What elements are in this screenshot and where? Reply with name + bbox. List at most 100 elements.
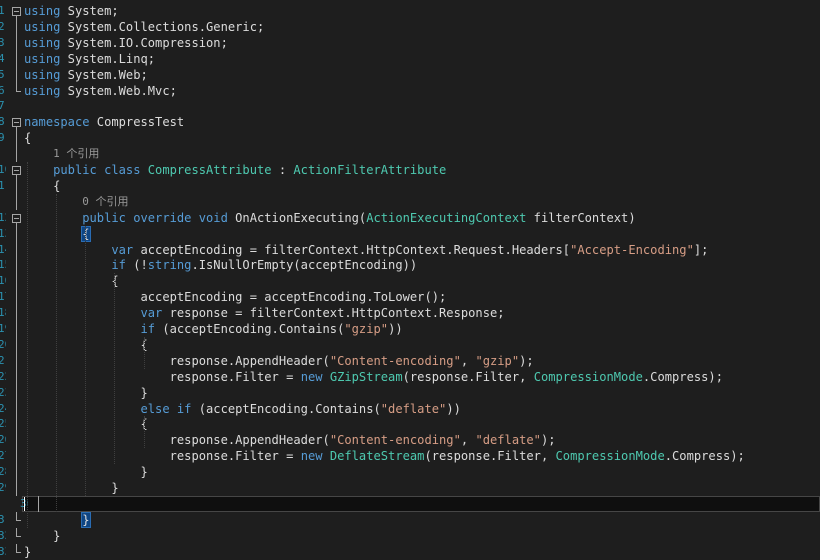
codelens-references-link[interactable]: 0 个引用	[82, 194, 128, 210]
code-line[interactable]: 33}	[0, 543, 820, 560]
text-token: .Compress);	[664, 449, 745, 464]
text-token: ))	[388, 322, 403, 336]
code-line[interactable]: 7	[0, 98, 820, 114]
outline-gutter	[11, 146, 22, 163]
code-line[interactable]: 31 }	[0, 511, 820, 528]
code-text: }	[24, 528, 60, 544]
outline-line	[16, 480, 17, 496]
line-number: 29	[0, 481, 6, 494]
code-line[interactable]: 25 {	[0, 416, 820, 433]
outline-gutter	[11, 289, 22, 306]
code-text: using System.Web;	[24, 67, 148, 83]
line-number: 1	[0, 4, 5, 17]
outline-gutter	[11, 130, 22, 147]
code-line[interactable]: 5 using System.Web;	[0, 66, 820, 83]
outline-line	[16, 464, 17, 481]
code-line[interactable]: 28 }	[0, 464, 820, 481]
code-line[interactable]: 4 using System.Linq;	[0, 50, 820, 67]
outline-end	[16, 527, 21, 537]
outline-gutter	[11, 273, 22, 290]
code-line[interactable]: 10 public class CompressAttribute : Acti…	[0, 162, 820, 178]
code-line[interactable]: 27 response.Filter = new DeflateStream(r…	[0, 448, 820, 465]
line-number: 23	[0, 385, 6, 399]
text-caret	[24, 497, 25, 511]
outline-gutter	[11, 305, 22, 322]
line-number: 31	[0, 512, 6, 526]
codelens-row[interactable]: 1 个引用	[0, 146, 820, 163]
indent-guide	[144, 337, 145, 369]
code-line[interactable]: 17 acceptEncoding = acceptEncoding.ToLow…	[0, 289, 820, 306]
code-line[interactable]: 20 {	[0, 336, 820, 353]
keyword-token: override	[133, 210, 192, 225]
code-line[interactable]: 22 response.Filter = new GZipStream(resp…	[0, 368, 820, 385]
code-line[interactable]: 26 response.AppendHeader("Content-encodi…	[0, 432, 820, 449]
code-line[interactable]: 30	[20, 495, 820, 512]
outline-end	[16, 511, 21, 521]
string-token: "deflate"	[475, 433, 541, 448]
line-number: 20	[0, 337, 6, 351]
keyword-token: public	[53, 163, 97, 177]
outline-end	[16, 82, 21, 92]
code-line[interactable]: 29 }	[0, 480, 820, 496]
code-line[interactable]: 32 }	[0, 527, 820, 544]
outline-line	[16, 448, 17, 465]
code-line[interactable]: 13 {	[0, 225, 820, 242]
outline-line	[16, 384, 17, 401]
text-token: (!	[125, 258, 148, 273]
keyword-token: namespace	[24, 115, 90, 130]
line-number: 7	[0, 99, 5, 113]
outline-gutter	[11, 432, 22, 449]
outline-gutter	[11, 543, 22, 560]
code-text: {	[24, 273, 118, 289]
code-line[interactable]: 2 using System.Collections.Generic;	[0, 18, 820, 35]
code-text: response.AppendHeader("Content-encoding"…	[24, 353, 534, 369]
outline-line	[38, 495, 39, 512]
code-line[interactable]: 23 }	[0, 384, 820, 401]
code-text: using System;	[24, 3, 119, 19]
outline-gutter	[11, 257, 22, 274]
outline-gutter	[11, 321, 22, 337]
keyword-token: if	[111, 258, 126, 273]
code-line[interactable]: 18 var response = filterContext.HttpCont…	[0, 305, 820, 322]
code-line[interactable]: 1 using System;	[0, 3, 820, 19]
code-line[interactable]: 24 else if (acceptEncoding.Contains("def…	[0, 400, 820, 417]
code-text: public override void OnActionExecuting(A…	[24, 210, 635, 226]
string-token: "deflate"	[380, 401, 447, 416]
code-line[interactable]: 16 {	[0, 273, 820, 290]
outline-line	[16, 225, 17, 242]
text-token: System.Collections.Generic;	[60, 19, 265, 34]
type-token: ActionExecutingContext	[366, 210, 527, 225]
code-text: namespace CompressTest	[24, 114, 184, 130]
code-text: using System.Web.Mvc;	[24, 83, 177, 99]
code-text: using System.Collections.Generic;	[24, 19, 264, 35]
code-line[interactable]: 15 if (!string.IsNullOrEmpty(acceptEncod…	[0, 257, 820, 274]
code-line[interactable]: 19 if (acceptEncoding.Contains("gzip"))	[0, 321, 820, 337]
indent-guide	[114, 273, 115, 464]
code-line[interactable]: 12 public override void OnActionExecutin…	[0, 210, 820, 226]
string-token: "Accept-Encoding"	[570, 242, 694, 257]
code-editor[interactable]: 1 using System; 2 using System.Collections.…	[0, 0, 820, 559]
line-number: 10	[0, 163, 6, 176]
outline-line	[16, 193, 17, 210]
code-line[interactable]: 11 {	[0, 177, 820, 194]
code-line[interactable]: 21 response.AppendHeader("Content-encodi…	[0, 352, 820, 369]
outline-gutter	[11, 400, 22, 417]
text-token: System.IO.Compression;	[60, 35, 228, 50]
text-token: response.Filter =	[24, 369, 301, 384]
outline-gutter	[33, 495, 44, 512]
code-line[interactable]: 8 namespace CompressTest	[0, 114, 820, 131]
line-number: 5	[0, 67, 5, 81]
outline-gutter	[11, 50, 22, 67]
outline-line	[16, 321, 17, 337]
codelens-references-link[interactable]: 1 个引用	[53, 146, 99, 162]
text-token: (acceptEncoding.Contains(	[191, 401, 381, 416]
outline-line	[16, 257, 17, 274]
codelens-row[interactable]: 0 个引用	[0, 193, 820, 210]
code-line[interactable]: 9{	[0, 130, 820, 147]
code-line[interactable]: 6 using System.Web.Mvc;	[0, 82, 820, 99]
outline-line	[16, 432, 17, 449]
code-line[interactable]: 3 using System.IO.Compression;	[0, 34, 820, 51]
code-line[interactable]: 14 var acceptEncoding = filterContext.Ht…	[0, 241, 820, 258]
